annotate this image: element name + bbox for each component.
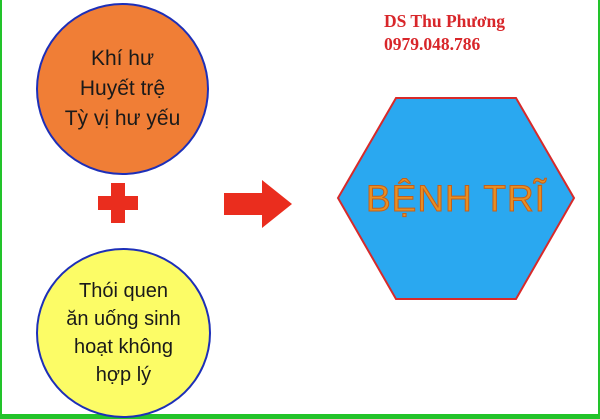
result-label: BỆNH TRĨ xyxy=(365,177,546,219)
lifestyle-cause-line-1: Thói quen xyxy=(79,280,168,302)
internal-causes-circle: Khí hư Huyết trệ Tỳ vị hư yếu xyxy=(36,3,209,175)
plus-icon xyxy=(98,183,138,223)
result-hexagon: BỆNH TRĨ xyxy=(336,96,576,301)
lifestyle-cause-line-3: hoạt không xyxy=(74,336,173,358)
lifestyle-cause-line-2: ăn uống sinh xyxy=(66,308,181,330)
arrow-right-icon xyxy=(224,180,292,228)
author-phone: 0979.048.786 xyxy=(384,34,481,54)
internal-cause-1: Khí hư xyxy=(90,47,155,70)
author-credit: DS Thu Phương 0979.048.786 xyxy=(384,10,505,56)
lifestyle-causes-circle: Thói quen ăn uống sinh hoạt không hợp lý xyxy=(36,248,211,418)
author-name: DS Thu Phương xyxy=(384,11,506,31)
internal-cause-2: Huyết trệ xyxy=(79,77,166,100)
lifestyle-cause-line-4: hợp lý xyxy=(95,364,152,386)
internal-cause-3: Tỳ vị hư yếu xyxy=(64,107,181,130)
